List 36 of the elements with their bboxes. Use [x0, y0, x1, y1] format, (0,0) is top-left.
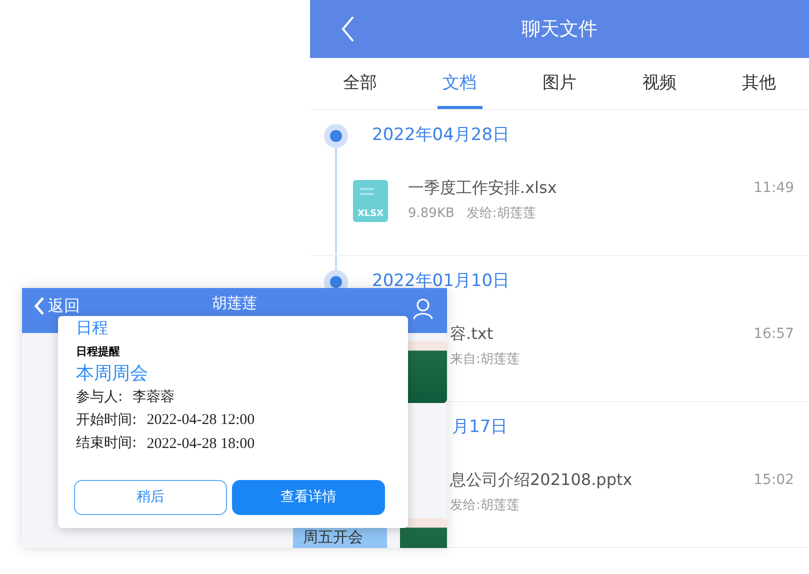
- field-value: 李蓉蓉: [132, 388, 175, 407]
- dialog-title: 日程: [76, 318, 109, 338]
- file-size: 9.89KB: [408, 205, 454, 223]
- back-icon: [34, 297, 44, 315]
- file-name[interactable]: 息公司介绍202108.pptx: [450, 470, 632, 490]
- file-sender: 来自:胡莲莲: [450, 351, 520, 369]
- field-label: 结束时间:: [76, 434, 137, 454]
- field-value: 2022-04-28 18:00: [146, 434, 255, 454]
- tab[interactable]: 全部: [310, 58, 410, 109]
- view-details-button[interactable]: 查看详情: [232, 480, 385, 515]
- file-time: 15:02: [754, 471, 794, 490]
- page-title: 聊天文件: [522, 16, 598, 42]
- back-icon[interactable]: [341, 16, 355, 42]
- field-label: 参与人:: [76, 388, 123, 407]
- tab[interactable]: 图片: [510, 58, 610, 109]
- file-name[interactable]: 一季度工作安排.xlsx: [408, 178, 557, 198]
- file-sender: 发给:胡莲莲: [466, 205, 536, 223]
- file-type-label: XLSX: [357, 210, 384, 219]
- file-name[interactable]: 容.txt: [450, 324, 520, 344]
- file-time: 11:49: [754, 179, 794, 198]
- tab[interactable]: 文档: [410, 58, 510, 109]
- field-value: 2022-04-28 12:00: [146, 411, 255, 430]
- tab[interactable]: 其他: [709, 58, 809, 109]
- file-sender: 发给:胡莲莲: [450, 497, 520, 515]
- tab[interactable]: 视频: [609, 58, 710, 109]
- dialog-subtitle: 日程提醒: [76, 344, 121, 360]
- back-button[interactable]: 返回: [34, 294, 80, 318]
- file-time: 16:57: [754, 325, 794, 344]
- chat-bubble: 周五开会: [293, 526, 387, 548]
- user-icon[interactable]: [413, 298, 433, 320]
- field-label: 开始时间:: [76, 410, 137, 430]
- date-heading: 2022年04月28日: [372, 124, 510, 148]
- chat-title: 胡莲莲: [212, 293, 257, 314]
- event-title: 本周周会: [76, 362, 149, 385]
- date-heading: 2022年01月10日: [372, 270, 510, 294]
- date-heading: 月17日: [452, 416, 508, 440]
